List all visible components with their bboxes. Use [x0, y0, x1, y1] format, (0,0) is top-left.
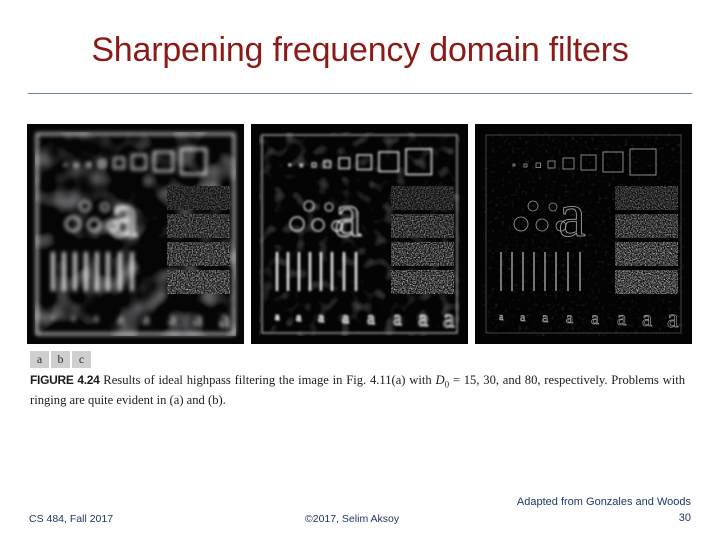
figure-caption-block: a b c FIGURE 4.24 Results of ideal highp…	[30, 351, 692, 409]
svg-text:a: a	[342, 310, 349, 327]
svg-text:a: a	[591, 308, 599, 328]
svg-text:a: a	[110, 182, 138, 250]
figure-caption-text: FIGURE 4.24 Results of ideal highpass fi…	[30, 373, 685, 409]
svg-text:a: a	[51, 312, 55, 322]
figure-panel-b: a a a a a a a a a	[251, 124, 468, 344]
figure-container: a a a a a a a a a a a a a a a a a a a a …	[27, 124, 692, 344]
figure-caption-math-variable: D0	[435, 373, 449, 390]
svg-text:a: a	[617, 306, 627, 330]
svg-text:a: a	[393, 308, 402, 330]
svg-text:a: a	[318, 311, 325, 326]
figure-sublabel-row: a b c	[30, 351, 692, 368]
svg-text:a: a	[219, 306, 230, 333]
figure-sublabel-b: b	[51, 351, 70, 368]
svg-text:a: a	[499, 312, 504, 323]
svg-text:a: a	[71, 312, 76, 324]
svg-text:a: a	[334, 182, 362, 250]
svg-text:a: a	[367, 308, 375, 328]
page-number: 30	[678, 512, 691, 524]
figure-sublabel-c: c	[72, 351, 91, 368]
svg-text:a: a	[142, 309, 150, 328]
svg-text:a: a	[520, 310, 526, 324]
svg-text:a: a	[93, 310, 99, 325]
svg-text:a: a	[193, 306, 203, 331]
panel-b-image: a a a a a a a a a	[251, 124, 468, 344]
footer-copyright-label: ©2017, Selim Aksoy	[305, 513, 400, 525]
svg-text:a: a	[566, 310, 573, 327]
attribution-text: Adapted from Gonzales and Woods	[516, 496, 691, 508]
figure-panel-row: a a a a a a a a a a a a a a a a a a a a …	[27, 124, 692, 344]
figure-panel-a: a a a a a a a a a	[27, 124, 244, 344]
figure-caption-label: FIGURE	[30, 373, 74, 387]
svg-text:a: a	[558, 182, 586, 250]
svg-text:a: a	[642, 306, 652, 331]
figure-caption-number: 4.24	[77, 373, 100, 387]
svg-text:a: a	[542, 311, 549, 326]
footer-course-label: CS 484, Fall 2017	[29, 513, 114, 525]
math-variable-d: D	[435, 373, 445, 387]
figure-caption-line-1: Results of ideal highpass filtering the …	[103, 373, 436, 387]
title-divider	[28, 93, 692, 94]
svg-text:a: a	[443, 304, 455, 333]
svg-text:a: a	[168, 309, 177, 330]
figure-sublabel-a: a	[30, 351, 49, 368]
svg-text:a: a	[418, 306, 428, 331]
svg-text:a: a	[275, 312, 280, 323]
panel-c-image: a a a a a a a a a	[475, 124, 692, 344]
figure-panel-c: a a a a a a a a a	[475, 124, 692, 344]
svg-text:a: a	[667, 304, 679, 333]
panel-a-image: a a a a a a a a a	[27, 124, 244, 344]
svg-text:a: a	[296, 310, 302, 324]
svg-text:a: a	[117, 311, 124, 327]
page-title: Sharpening frequency domain filters	[91, 31, 629, 69]
